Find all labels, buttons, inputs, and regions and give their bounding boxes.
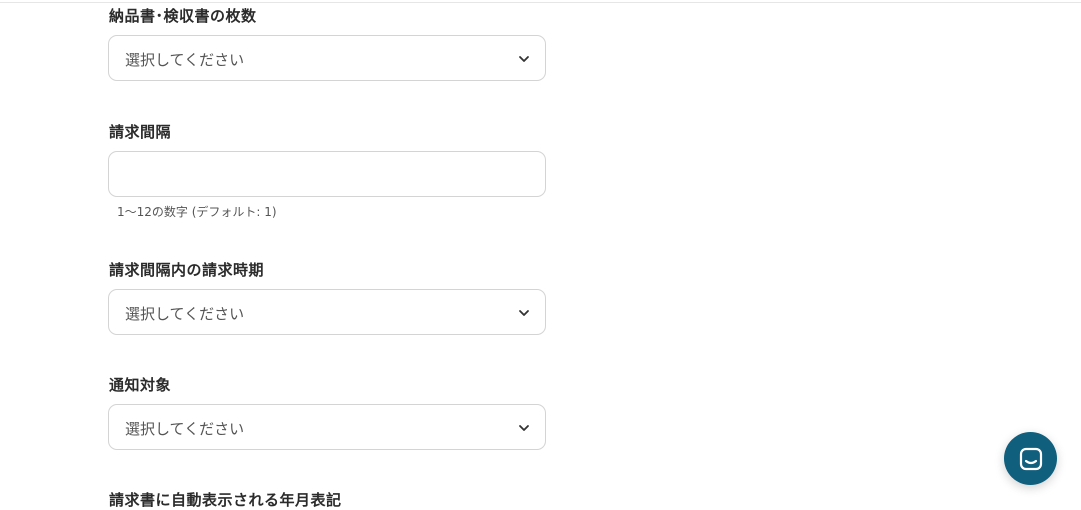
billing-interval-label: 請求間隔: [109, 123, 172, 141]
delivery-count-label: 納品書･検収書の枚数: [109, 7, 257, 25]
top-divider: [0, 2, 1081, 3]
chat-icon: [1019, 447, 1042, 470]
delivery-count-select[interactable]: 選択してください: [108, 35, 546, 81]
billing-interval-input[interactable]: [108, 151, 546, 197]
delivery-count-placeholder: 選択してください: [125, 51, 245, 69]
invoice-date-format-label: 請求書に自動表示される年月表記: [109, 491, 342, 509]
chat-launcher-button[interactable]: [1004, 432, 1057, 485]
chevron-down-icon: [519, 56, 529, 62]
notify-target-select[interactable]: 選択してください: [108, 404, 546, 450]
chevron-down-icon: [519, 310, 529, 316]
notify-target-label: 通知対象: [109, 376, 172, 394]
chevron-down-icon: [519, 425, 529, 431]
notify-target-placeholder: 選択してください: [125, 420, 245, 438]
billing-timing-placeholder: 選択してください: [125, 305, 245, 323]
billing-timing-select[interactable]: 選択してください: [108, 289, 546, 335]
billing-interval-hint: 1〜12の数字 (デフォルト: 1): [117, 205, 277, 219]
billing-timing-label: 請求間隔内の請求時期: [109, 261, 265, 279]
